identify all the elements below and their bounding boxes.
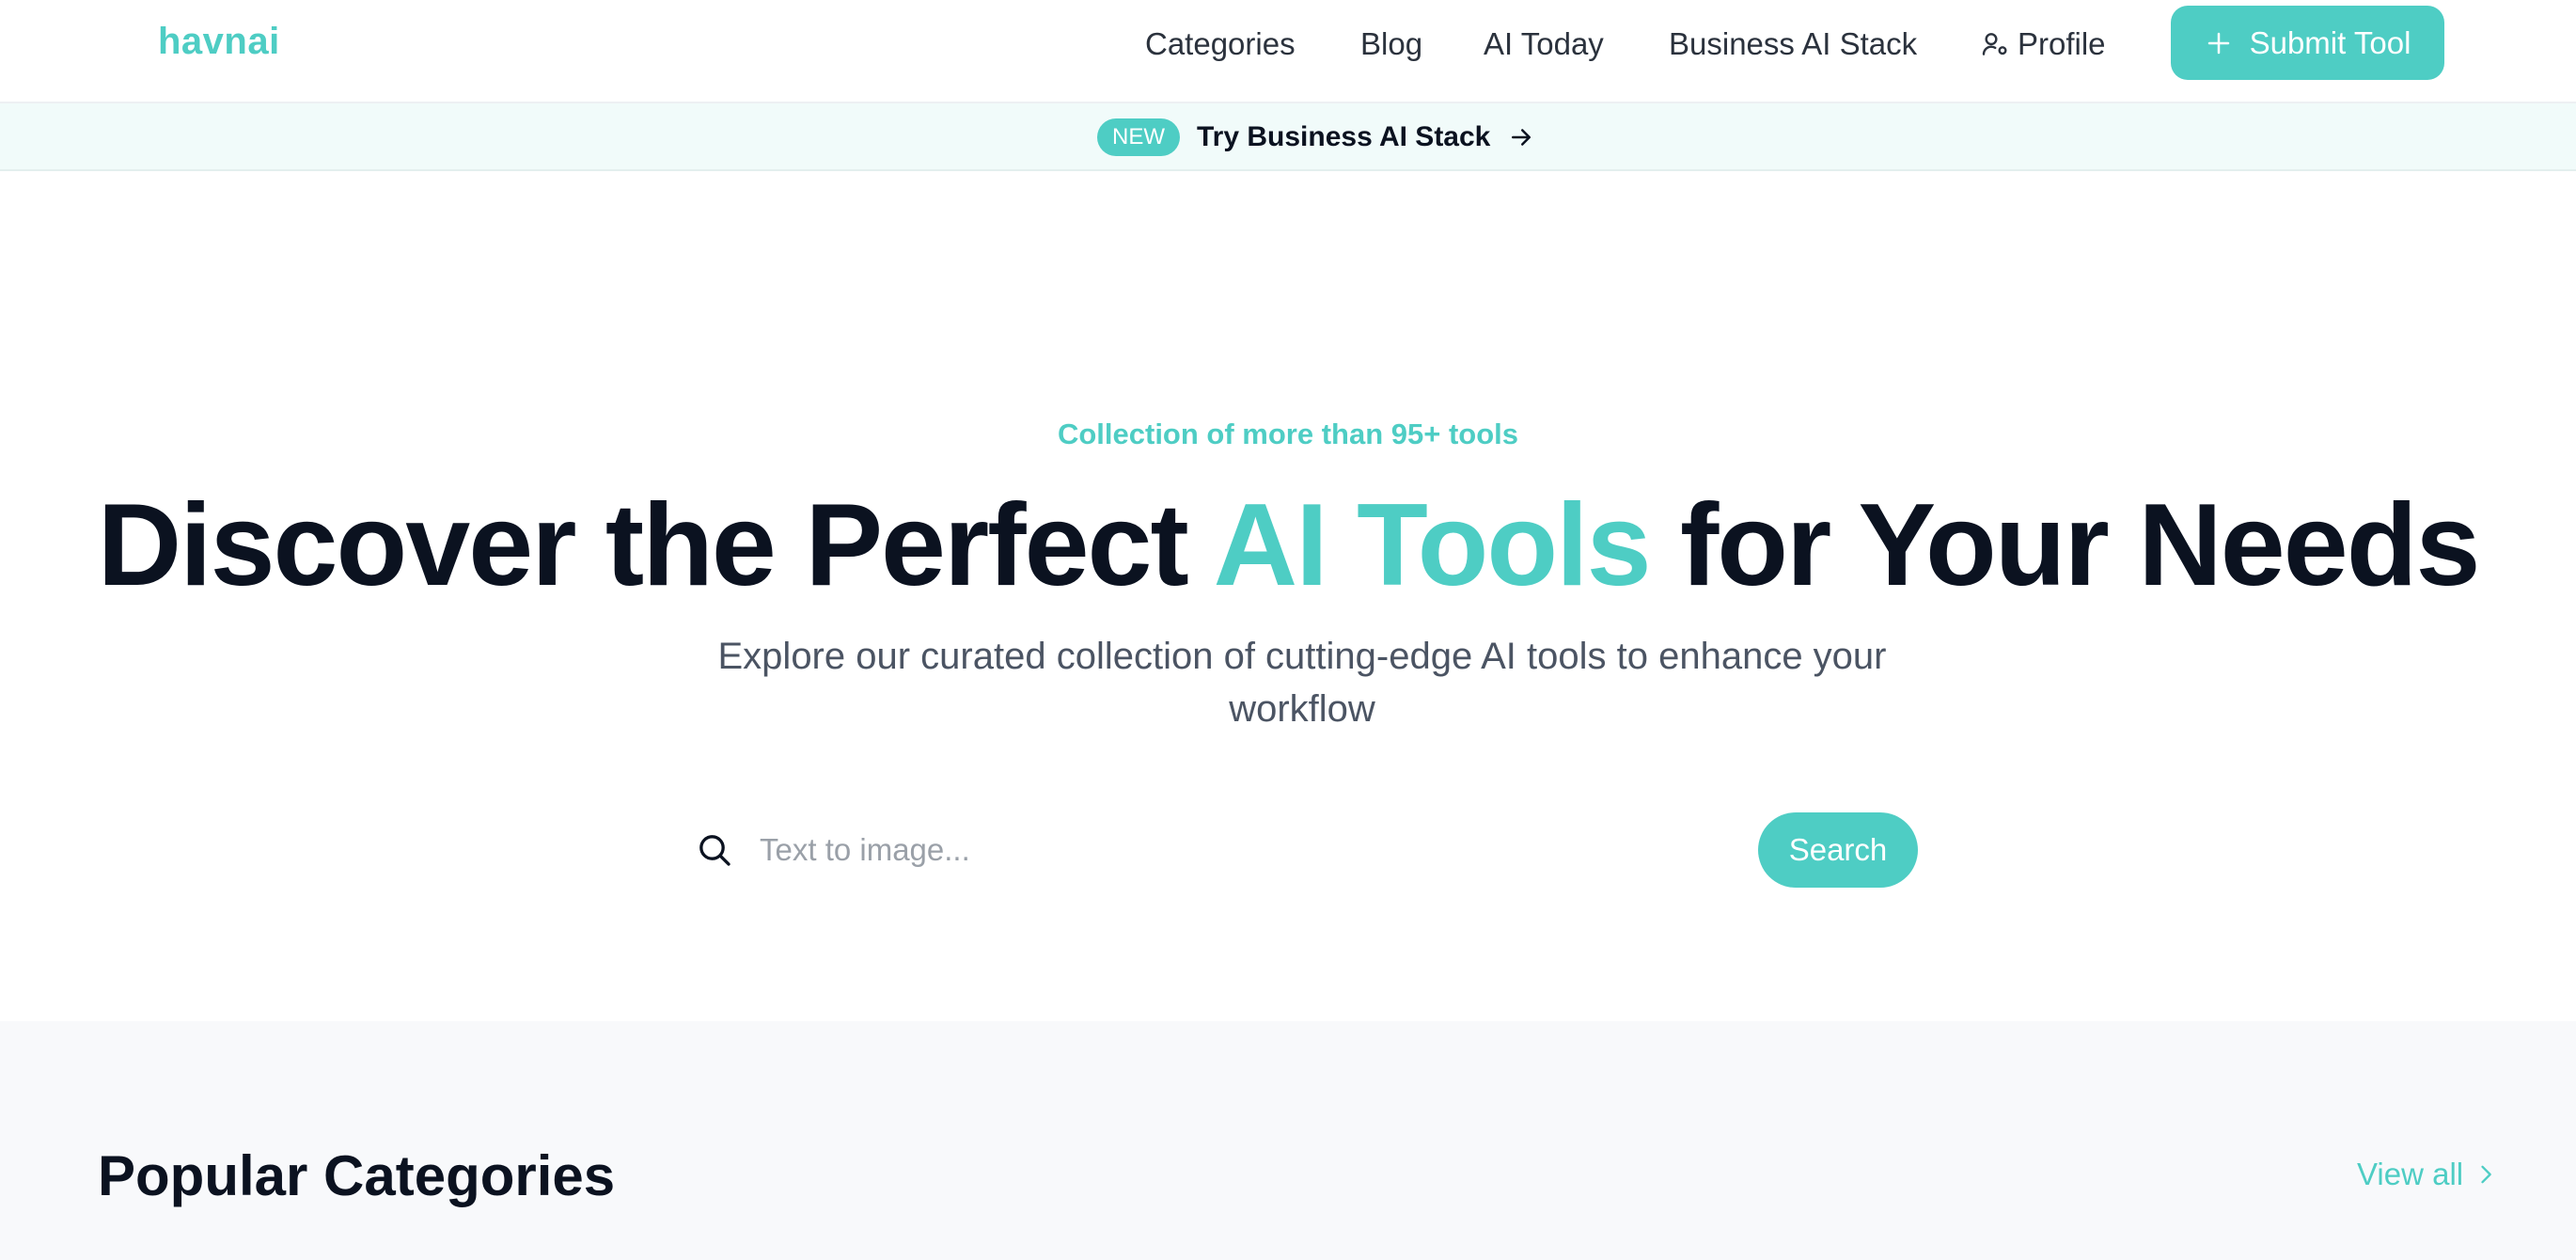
nav-business-ai-stack[interactable]: Business AI Stack	[1669, 26, 1917, 62]
user-gear-icon	[1982, 33, 2007, 55]
hero-title-end: for Your Needs	[1680, 480, 2480, 610]
hero-title: Discover the Perfect AI Tools for Your N…	[0, 480, 2576, 611]
popular-categories-section: Popular Categories View all	[0, 1021, 2576, 1260]
nav-ai-today[interactable]: AI Today	[1484, 26, 1604, 62]
nav-blog[interactable]: Blog	[1360, 26, 1422, 62]
search-icon	[699, 835, 730, 866]
arrow-right-icon	[1512, 129, 1531, 146]
logo[interactable]: havnai	[158, 21, 280, 63]
search-input[interactable]	[760, 824, 1700, 876]
view-all-link[interactable]: View all	[2357, 1157, 2499, 1192]
nav-categories[interactable]: Categories	[1145, 26, 1296, 62]
search-bar: Search	[696, 812, 1918, 888]
submit-tool-label: Submit Tool	[2249, 24, 2411, 60]
announcement-banner: NEW Try Business AI Stack	[0, 103, 2576, 171]
new-badge: NEW	[1097, 118, 1180, 156]
banner-link[interactable]: NEW Try Business AI Stack	[1097, 118, 1535, 156]
search-button[interactable]: Search	[1758, 812, 1918, 888]
nav-profile[interactable]: Profile	[1980, 26, 2106, 62]
nav-profile-label: Profile	[2018, 26, 2106, 61]
hero-kicker: Collection of more than 95+ tools	[1057, 417, 1519, 450]
banner-text: Try Business AI Stack	[1197, 121, 1491, 152]
submit-tool-button[interactable]: Submit Tool	[2171, 6, 2444, 80]
plus-icon	[2207, 32, 2229, 54]
section-title: Popular Categories	[98, 1144, 616, 1207]
chevron-right-icon	[2481, 1165, 2491, 1184]
hero-title-start: Discover the Perfect	[97, 480, 1189, 610]
site-header: havnai Categories Blog AI Today Business…	[0, 0, 2576, 103]
hero-title-accent: AI Tools	[1213, 480, 1652, 610]
hero-subtitle: Explore our curated collection of cuttin…	[717, 636, 1887, 730]
view-all-label: View all	[2357, 1157, 2464, 1191]
